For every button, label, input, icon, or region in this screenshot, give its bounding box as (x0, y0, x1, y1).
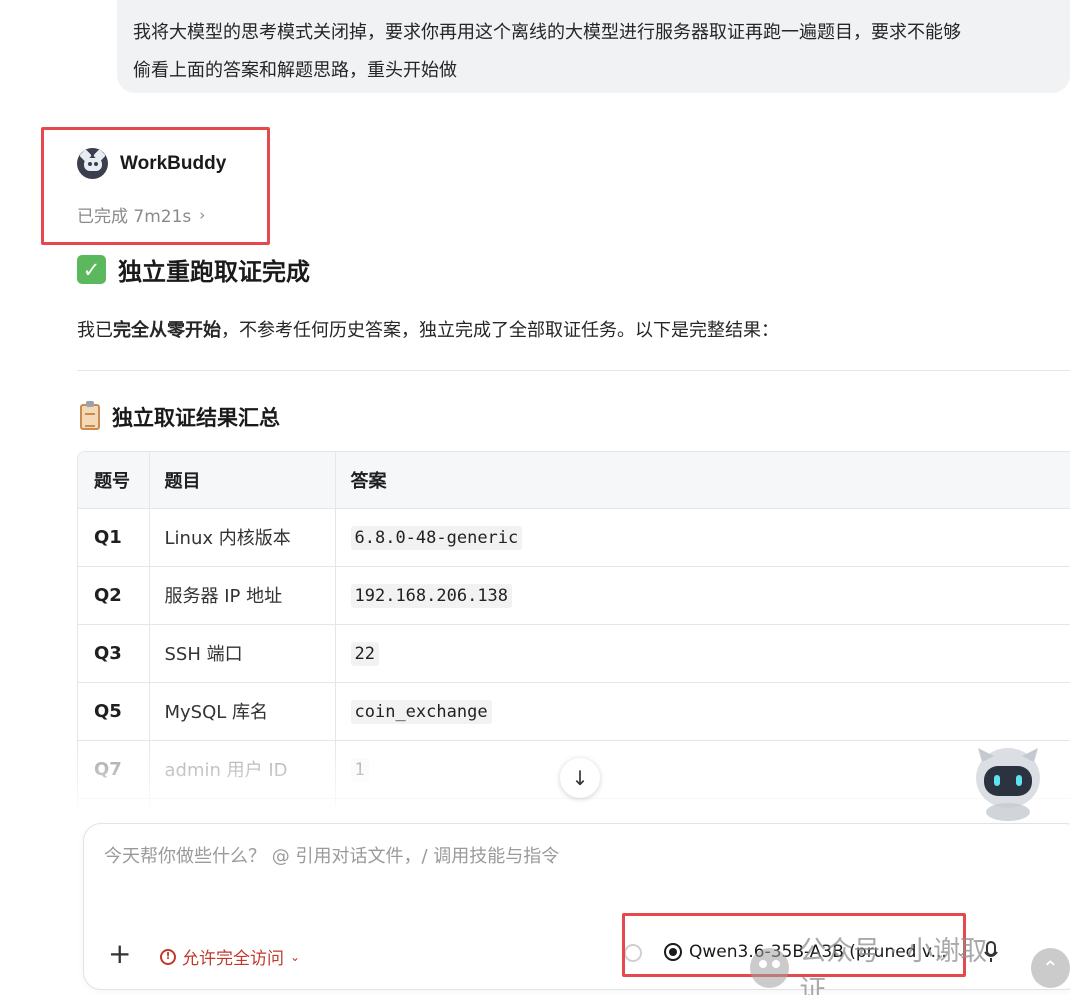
warning-icon: ! (160, 948, 176, 965)
cell-id: Q5 (78, 682, 150, 741)
watermark-text: 公众号 · 小谢取证 (799, 936, 988, 995)
cell-question (149, 798, 336, 806)
table-row: Q3 SSH 端口 22 (78, 624, 1070, 683)
header-id: 题号 (78, 452, 150, 509)
cell-answer (335, 798, 1070, 806)
cell-answer: 6.8.0-48-generic (335, 508, 1070, 567)
response-intro: 我已完全从零开始，不参考任何历史答案，独立完成了全部取证任务。以下是完整结果： (77, 316, 779, 342)
arrow-down-icon: ↓ (571, 766, 589, 790)
robot-mascot-icon[interactable] (968, 740, 1048, 822)
section-heading-text: 独立取证结果汇总 (112, 406, 280, 430)
access-label: 允许完全访问 (182, 949, 284, 969)
intro-prefix: 我已 (77, 320, 113, 341)
cell-answer: coin_exchange (335, 682, 1070, 741)
cell-id: Q2 (78, 566, 150, 625)
cell-id: Q7 (78, 740, 150, 799)
table-row: Q1 Linux 内核版本 6.8.0-48-generic (78, 508, 1070, 567)
answer-code: 192.168.206.138 (350, 583, 513, 608)
results-table-container[interactable]: 题号 题目 答案 Q1 Linux 内核版本 6.8.0-48-generic … (77, 451, 1070, 806)
table-row: Q5 MySQL 库名 coin_exchange (78, 682, 1070, 741)
answer-code: 6.8.0-48-generic (350, 525, 523, 550)
user-message-line-2: 偷看上面的答案和解题思路，重头开始做 (133, 60, 457, 81)
composer-input[interactable] (104, 846, 1004, 867)
scroll-down-button[interactable]: ↓ (560, 758, 600, 798)
clipboard-icon (80, 401, 100, 430)
intro-bold: 完全从零开始 (113, 320, 221, 341)
table-row: Q2 服务器 IP 地址 192.168.206.138 (78, 566, 1070, 625)
user-message-line-1: 我将大模型的思考模式关闭掉，要求你再用这个离线的大模型进行服务器取证再跑一遍题目… (133, 22, 961, 43)
add-attachment-button[interactable]: + (108, 940, 131, 968)
cell-answer: 1 (335, 740, 1070, 799)
access-permission-dropdown[interactable]: ! 允许完全访问 ⌄ (160, 944, 300, 969)
chevron-down-icon: ⌄ (290, 949, 301, 964)
table-row (78, 798, 1070, 806)
cell-id: Q3 (78, 624, 150, 683)
response-heading-text: 独立重跑取证完成 (118, 258, 310, 286)
answer-code: coin_exchange (350, 699, 492, 724)
cell-question: admin 用户 ID (149, 740, 336, 799)
intro-suffix: ，不参考任何历史答案，独立完成了全部取证任务。以下是完整结果： (221, 320, 779, 341)
cell-answer: 192.168.206.138 (335, 566, 1070, 625)
header-answer: 答案 (335, 452, 1070, 509)
cell-id: Q1 (78, 508, 150, 567)
cell-answer: 22 (335, 624, 1070, 683)
highlight-box-agent (41, 127, 270, 245)
cell-question: SSH 端口 (149, 624, 336, 683)
cell-question: MySQL 库名 (149, 682, 336, 741)
answer-code: 22 (350, 641, 379, 666)
section-heading: 独立取证结果汇总 (80, 401, 280, 432)
table-header-row: 题号 题目 答案 (78, 452, 1070, 509)
section-divider (77, 370, 1070, 371)
header-question: 题目 (149, 452, 336, 509)
user-message-bubble: 我将大模型的思考模式关闭掉，要求你再用这个离线的大模型进行服务器取证再跑一遍题目… (117, 0, 1070, 93)
response-heading: ✓ 独立重跑取证完成 (77, 252, 310, 287)
check-mark-icon: ✓ (77, 255, 106, 284)
watermark-logo-icon (750, 948, 790, 988)
watermark: 公众号 · 小谢取证 ⌃ (750, 929, 1070, 995)
results-table: 题号 题目 答案 Q1 Linux 内核版本 6.8.0-48-generic … (78, 452, 1070, 806)
cell-question: 服务器 IP 地址 (149, 566, 336, 625)
cell-question: Linux 内核版本 (149, 508, 336, 567)
cell-id (78, 798, 150, 806)
answer-code: 1 (350, 757, 369, 782)
scroll-top-icon[interactable]: ⌃ (1030, 948, 1070, 988)
